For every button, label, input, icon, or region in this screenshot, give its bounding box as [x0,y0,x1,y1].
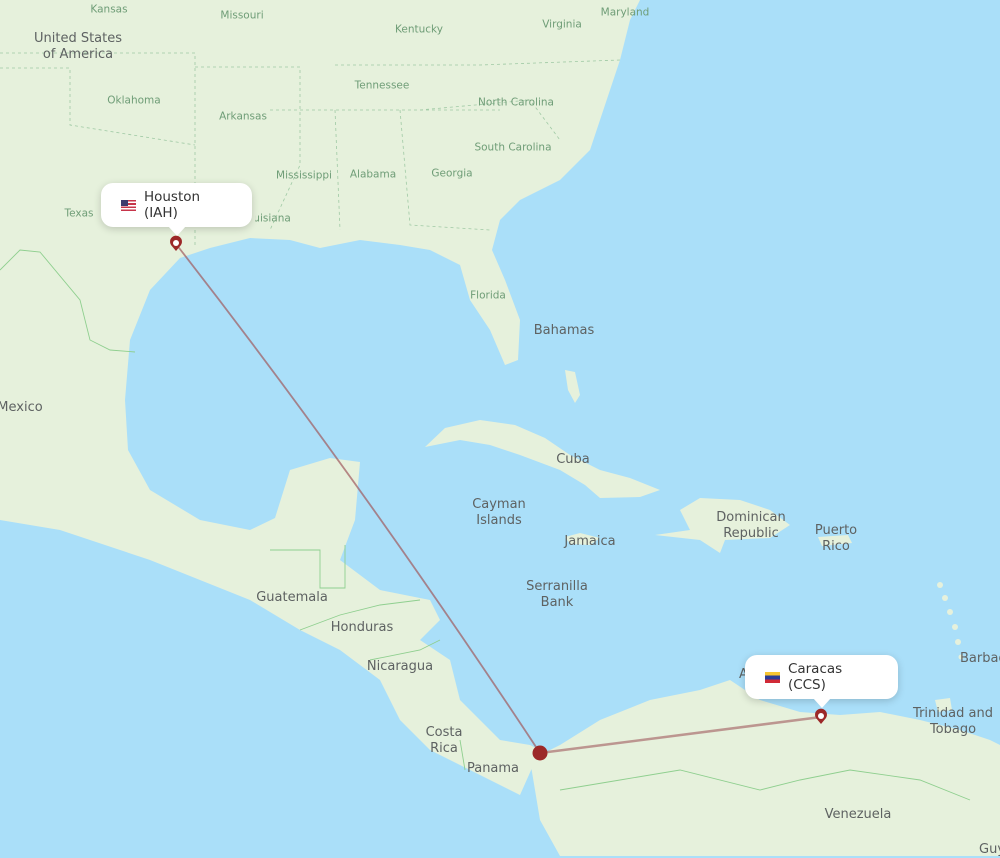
label-florida: Florida [470,289,506,302]
stopover-marker[interactable] [532,745,548,761]
label-mexico: Mexico [0,399,43,415]
label-puerto-rico: Puerto Rico [814,523,858,554]
label-jamaica: Jamaica [564,533,616,549]
label-costa-rica: Costa Rica [425,725,463,756]
label-kansas: Kansas [90,3,128,16]
destination-popup[interactable]: Caracas (CCS) [745,655,898,708]
land-cuba [425,420,660,498]
label-usa: United States of America [33,31,123,62]
venezuela-flag-icon [765,671,780,683]
label-arkansas: Arkansas [219,110,267,123]
label-guatemala: Guatemala [256,589,328,605]
land-bahamas [565,370,580,403]
destination-label: Caracas (CCS) [787,661,843,693]
map-canvas[interactable] [0,0,1000,856]
label-alabama: Alabama [349,168,397,181]
label-kentucky: Kentucky [395,23,443,36]
us-flag-icon [121,199,136,211]
label-honduras: Honduras [330,619,394,635]
label-georgia: Georgia [431,167,473,180]
label-maryland: Maryland [600,6,650,19]
origin-popup[interactable]: Houston (IAH) [101,183,252,236]
label-dominican-republic: Dominican Republic [716,510,786,541]
label-mississippi: Mississippi [276,169,332,182]
label-serranilla-bank: Serranilla Bank [526,579,588,610]
label-south-carolina: South Carolina [474,141,552,154]
label-venezuela: Venezuela [824,806,892,822]
label-missouri: Missouri [220,9,264,22]
label-cayman-islands: Cayman Islands [472,497,526,528]
label-bahamas: Bahamas [533,322,595,338]
label-barbados: Barbad [960,650,1000,666]
origin-label: Houston (IAH) [143,189,201,221]
label-cuba: Cuba [556,451,590,467]
label-nicaragua: Nicaragua [366,658,434,674]
label-north-carolina: North Carolina [478,96,554,109]
label-tennessee: Tennessee [354,79,410,92]
label-virginia: Virginia [542,18,582,31]
label-texas: Texas [64,207,94,220]
label-trinidad-tobago: Trinidad and Tobago [913,706,993,737]
lesser-antilles [937,582,964,660]
label-oklahoma: Oklahoma [107,94,161,107]
label-panama: Panama [466,760,520,776]
